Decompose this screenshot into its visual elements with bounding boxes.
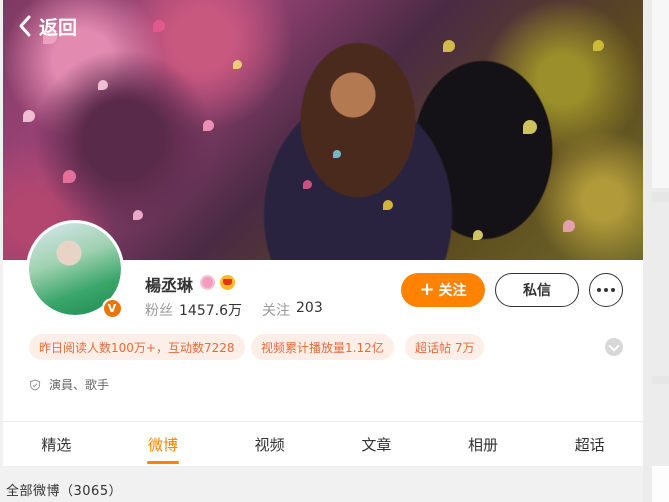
profile-name: 楊丞琳	[145, 276, 194, 295]
tag-reads[interactable]: 昨日阅读人数100万+，互动数7228	[29, 334, 245, 360]
back-label: 返回	[39, 17, 78, 39]
fans-label: 粉丝	[145, 303, 173, 319]
tag-video-plays[interactable]: 视频累计播放量1.12亿	[251, 334, 394, 360]
following-count[interactable]: 203	[296, 300, 323, 320]
super-topic-icon[interactable]	[200, 275, 215, 290]
cover-image: 返回	[3, 0, 643, 260]
more-dots-icon	[597, 288, 601, 292]
profile-stats: 粉丝 1457.6万 关注 203	[145, 300, 337, 320]
tab-super-topic[interactable]: 超话	[536, 422, 643, 466]
plus-icon: +	[419, 279, 435, 300]
tab-album[interactable]: 相册	[430, 422, 537, 466]
description-text: 演員、歌手	[49, 378, 110, 392]
profile-card: 返回 V 楊丞琳 粉丝 1457.6万 关注 203 + 关注 私信 昨日阅读人…	[3, 0, 643, 466]
page: 返回 V 楊丞琳 粉丝 1457.6万 关注 203 + 关注 私信 昨日阅读人…	[0, 0, 669, 502]
shield-icon	[29, 378, 41, 391]
chevron-left-icon	[19, 15, 31, 37]
vip-crown-icon[interactable]	[220, 275, 235, 290]
back-button[interactable]: 返回	[17, 10, 77, 42]
right-gutter	[643, 0, 669, 502]
tab-video[interactable]: 视频	[216, 422, 323, 466]
tab-articles[interactable]: 文章	[323, 422, 430, 466]
all-posts-count: 全部微博（3065）	[6, 484, 123, 499]
message-button[interactable]: 私信	[495, 273, 579, 307]
profile-description: 演員、歌手	[29, 376, 109, 393]
follow-button[interactable]: + 关注	[401, 273, 485, 307]
tag-super-topic[interactable]: 超话帖 7万	[405, 334, 485, 360]
following-label: 关注	[262, 303, 290, 319]
profile-tabs: 精选 微博 视频 文章 相册 超话	[3, 422, 643, 466]
fans-count[interactable]: 1457.6万	[179, 300, 242, 320]
verified-badge-icon: V	[102, 298, 122, 318]
more-options-button[interactable]	[589, 273, 623, 307]
tab-featured[interactable]: 精选	[3, 422, 110, 466]
tab-weibo[interactable]: 微博	[110, 422, 217, 466]
expand-chevron-icon[interactable]	[605, 338, 623, 356]
